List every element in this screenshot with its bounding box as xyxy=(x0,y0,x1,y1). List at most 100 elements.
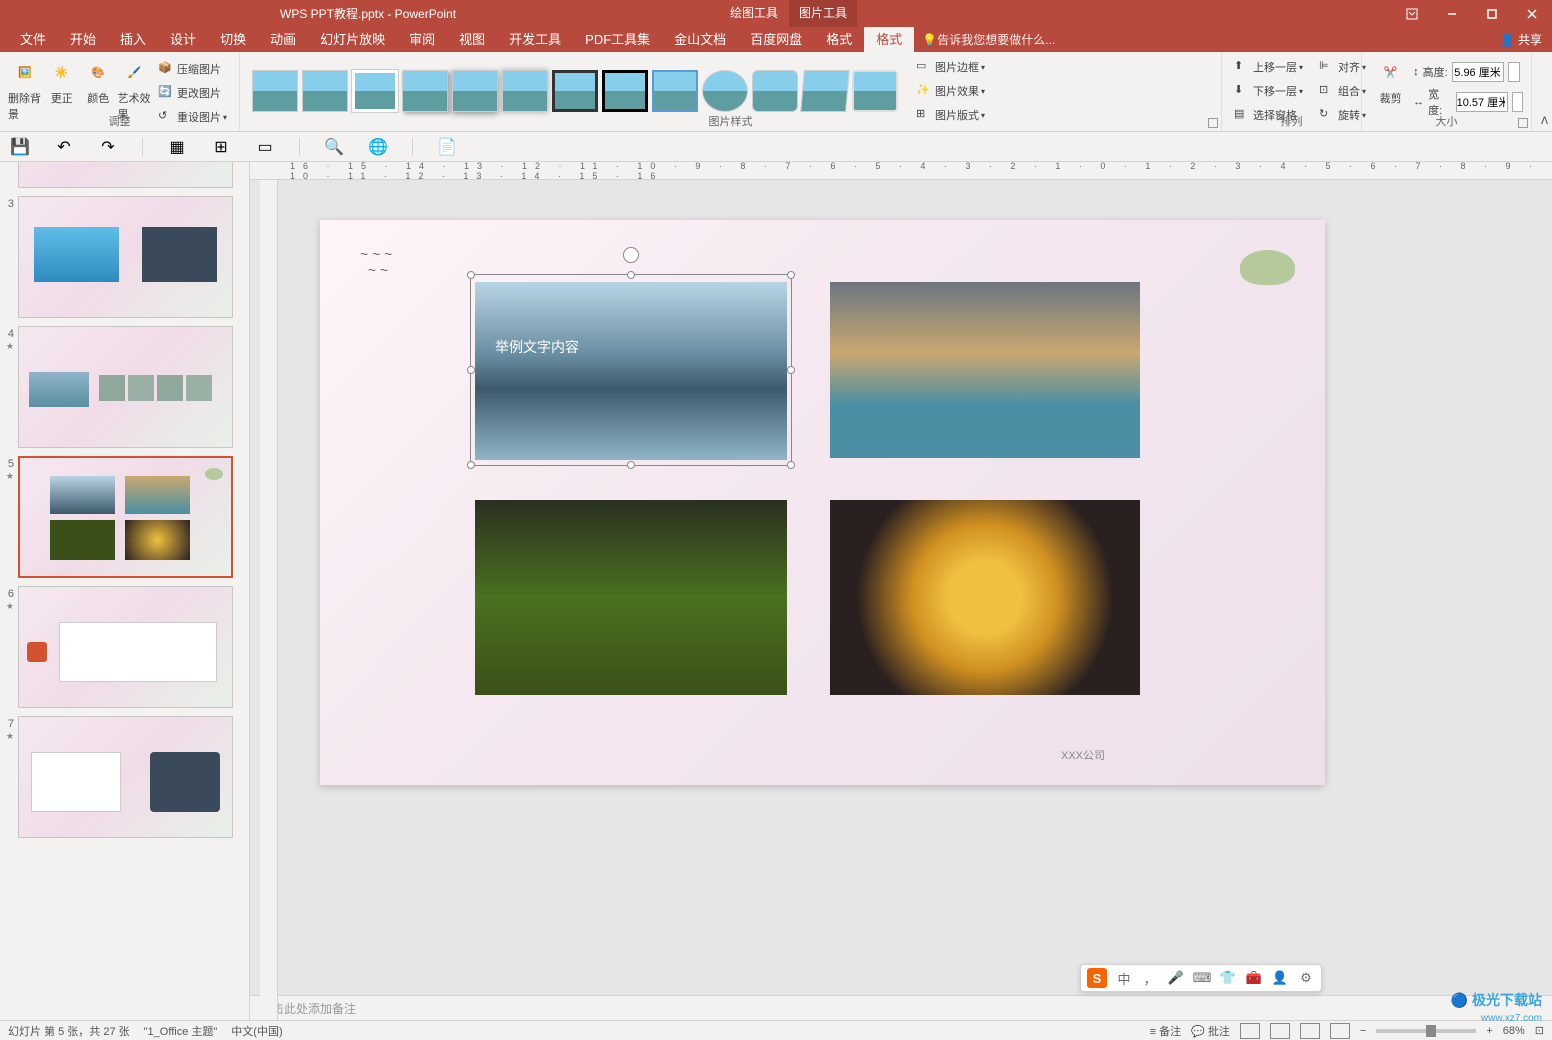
qat-icon[interactable]: 🌐 xyxy=(368,137,388,157)
slide-thumbnail[interactable] xyxy=(18,326,233,448)
menu-developer[interactable]: 开发工具 xyxy=(497,27,573,52)
ime-toolbar[interactable]: S 中 ， 🎤 ⌨ 👕 🧰 👤 ⚙ xyxy=(1080,964,1322,992)
picture-border-button[interactable]: ▭图片边框▾ xyxy=(912,56,989,78)
collapse-ribbon-icon[interactable]: ᐱ xyxy=(1541,116,1548,127)
zoom-out-icon[interactable]: − xyxy=(1360,1025,1366,1037)
slide-thumbnail-panel[interactable]: ★ 3 4★ 5★ xyxy=(0,162,250,1020)
rotate-handle[interactable] xyxy=(623,247,639,263)
slide-thumbnail[interactable] xyxy=(18,162,233,188)
style-thumb[interactable] xyxy=(352,70,398,112)
send-backward-button[interactable]: ⬇下移一层▾ xyxy=(1230,80,1307,102)
save-icon[interactable]: 💾 xyxy=(10,137,30,157)
sorter-view-icon[interactable] xyxy=(1270,1023,1290,1039)
slide-thumbnail[interactable] xyxy=(18,716,233,838)
menu-format1[interactable]: 格式 xyxy=(814,27,864,52)
drawing-tools-tab[interactable]: 绘图工具 xyxy=(720,0,788,27)
zoom-level[interactable]: 68% xyxy=(1503,1025,1525,1037)
style-thumb[interactable] xyxy=(502,70,548,112)
reading-view-icon[interactable] xyxy=(1300,1023,1320,1039)
picture-styles-gallery[interactable] xyxy=(248,62,902,120)
ime-mic-icon[interactable]: 🎤 xyxy=(1167,969,1185,987)
resize-handle-s[interactable] xyxy=(627,461,635,469)
ime-skin-icon[interactable]: 👕 xyxy=(1219,969,1237,987)
menu-format2[interactable]: 格式 xyxy=(864,27,914,52)
corrections-button[interactable]: ☀️ 更正 xyxy=(45,56,80,106)
resize-handle-w[interactable] xyxy=(467,366,475,374)
style-thumb[interactable] xyxy=(602,70,648,112)
ime-punctuation-icon[interactable]: ， xyxy=(1141,969,1159,987)
canvas-viewport[interactable]: ~ ~ ~ ~ ~ 举例文字内容 xyxy=(250,180,1552,995)
style-thumb[interactable] xyxy=(852,70,898,112)
style-thumb[interactable] xyxy=(252,70,298,112)
bring-forward-button[interactable]: ⬆上移一层▾ xyxy=(1230,56,1307,78)
menu-view[interactable]: 视图 xyxy=(447,27,497,52)
resize-handle-nw[interactable] xyxy=(467,271,475,279)
ime-person-icon[interactable]: 👤 xyxy=(1271,969,1289,987)
slide-image-2[interactable] xyxy=(830,282,1140,458)
slide-thumbnail[interactable] xyxy=(18,196,233,318)
height-spinner[interactable] xyxy=(1508,62,1520,82)
menu-file[interactable]: 文件 xyxy=(8,27,58,52)
ime-keyboard-icon[interactable]: ⌨ xyxy=(1193,969,1211,987)
compress-picture-button[interactable]: 📦压缩图片 xyxy=(154,58,231,80)
minimize-icon[interactable] xyxy=(1432,0,1472,27)
menu-design[interactable]: 设计 xyxy=(158,27,208,52)
fit-window-icon[interactable]: ⊡ xyxy=(1535,1024,1544,1037)
tell-me-search[interactable]: 💡 告诉我您想要做什么... xyxy=(922,31,1055,48)
menu-slideshow[interactable]: 幻灯片放映 xyxy=(308,27,397,52)
comments-toggle[interactable]: 💬 批注 xyxy=(1191,1023,1230,1039)
dialog-launcher-icon[interactable] xyxy=(1208,118,1218,128)
slide-thumbnail[interactable] xyxy=(18,586,233,708)
zoom-in-icon[interactable]: + xyxy=(1486,1025,1492,1037)
width-spinner[interactable] xyxy=(1512,92,1523,112)
height-input[interactable] xyxy=(1452,62,1504,82)
resize-handle-sw[interactable] xyxy=(467,461,475,469)
style-thumb[interactable] xyxy=(402,70,448,112)
slide-image-4[interactable] xyxy=(830,500,1140,695)
menu-wps[interactable]: 金山文档 xyxy=(662,27,738,52)
menu-home[interactable]: 开始 xyxy=(58,27,108,52)
horizontal-ruler[interactable]: 16 · 15 · 14 · 13 · 12 · 11 · 10 · 9 · 8… xyxy=(250,162,1552,180)
ime-lang[interactable]: 中 xyxy=(1115,969,1133,987)
status-language[interactable]: 中文(中国) xyxy=(231,1023,282,1039)
resize-handle-se[interactable] xyxy=(787,461,795,469)
resize-handle-n[interactable] xyxy=(627,271,635,279)
style-thumb[interactable] xyxy=(552,70,598,112)
notes-toggle[interactable]: ≡ 备注 xyxy=(1150,1023,1181,1039)
zoom-slider[interactable] xyxy=(1376,1029,1476,1033)
ime-settings-icon[interactable]: ⚙ xyxy=(1297,969,1315,987)
ribbon-options-icon[interactable] xyxy=(1392,0,1432,27)
menu-animations[interactable]: 动画 xyxy=(258,27,308,52)
normal-view-icon[interactable] xyxy=(1240,1023,1260,1039)
resize-handle-ne[interactable] xyxy=(787,271,795,279)
slide-thumbnail-selected[interactable] xyxy=(18,456,233,578)
change-picture-button[interactable]: 🔄更改图片 xyxy=(154,82,231,104)
zoom-thumb[interactable] xyxy=(1426,1025,1436,1037)
width-input[interactable] xyxy=(1456,92,1508,112)
style-thumb[interactable] xyxy=(452,70,498,112)
picture-effects-button[interactable]: ✨图片效果▾ xyxy=(912,80,989,102)
close-icon[interactable] xyxy=(1512,0,1552,27)
picture-tools-tab[interactable]: 图片工具 xyxy=(789,0,857,27)
crop-button[interactable]: ✂️ 裁剪 xyxy=(1370,56,1411,106)
menu-baidu[interactable]: 百度网盘 xyxy=(738,27,814,52)
notes-pane[interactable]: 单击此处添加备注 xyxy=(250,995,1552,1020)
style-thumb[interactable] xyxy=(752,70,798,112)
redo-icon[interactable]: ↷ xyxy=(98,137,118,157)
menu-insert[interactable]: 插入 xyxy=(108,27,158,52)
style-thumb[interactable] xyxy=(800,70,850,112)
sogou-icon[interactable]: S xyxy=(1087,968,1107,988)
slide-image-3[interactable] xyxy=(475,500,787,695)
dialog-launcher-icon[interactable] xyxy=(1518,118,1528,128)
slide-canvas[interactable]: ~ ~ ~ ~ ~ 举例文字内容 xyxy=(320,220,1325,785)
style-thumb[interactable] xyxy=(302,70,348,112)
selection-box[interactable] xyxy=(470,274,792,466)
menu-pdf[interactable]: PDF工具集 xyxy=(573,27,662,52)
slideshow-view-icon[interactable] xyxy=(1330,1023,1350,1039)
menu-review[interactable]: 审阅 xyxy=(397,27,447,52)
resize-handle-e[interactable] xyxy=(787,366,795,374)
qat-icon[interactable]: 📄 xyxy=(437,137,457,157)
maximize-icon[interactable] xyxy=(1472,0,1512,27)
qat-icon[interactable]: ▭ xyxy=(255,137,275,157)
undo-icon[interactable]: ↶ xyxy=(54,137,74,157)
